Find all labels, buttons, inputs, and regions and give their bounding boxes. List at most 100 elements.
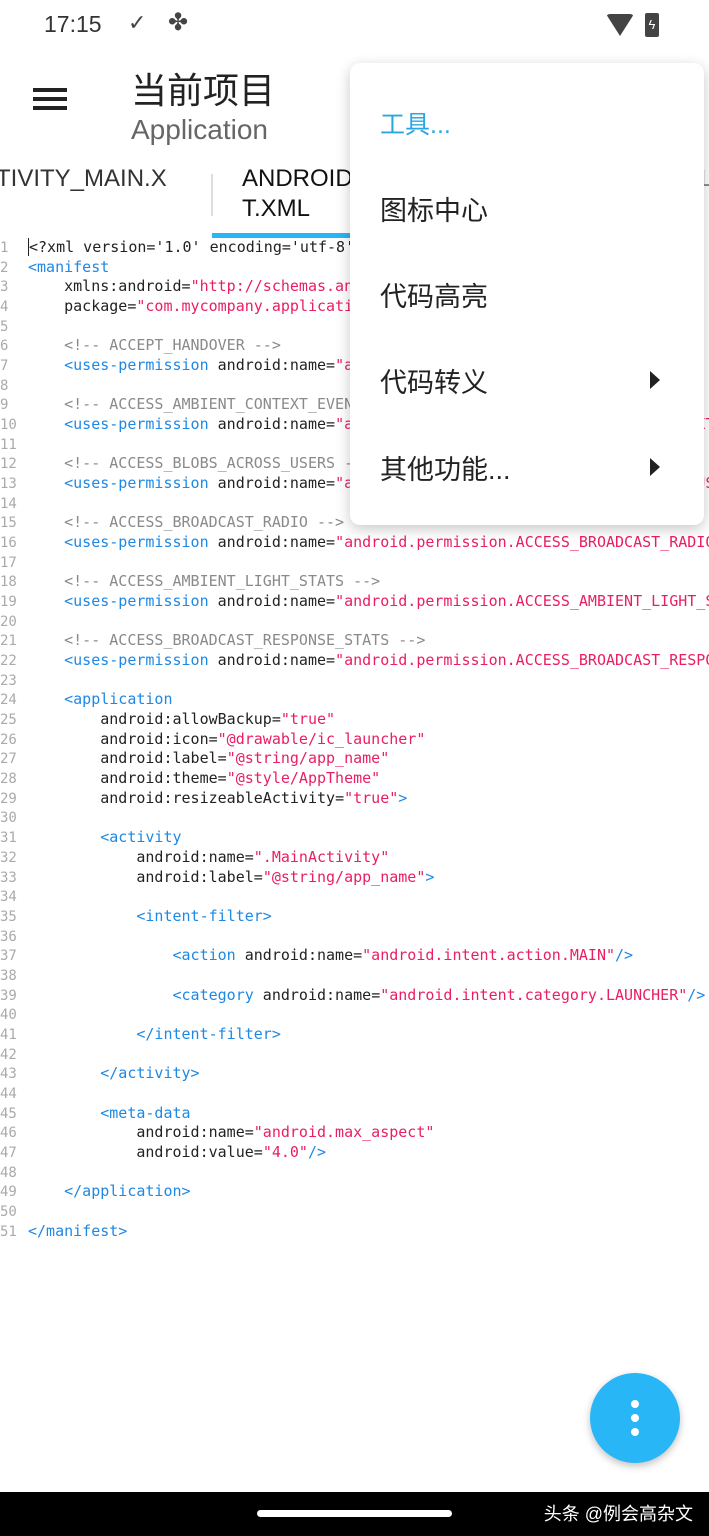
line-number: 44 [0, 1085, 17, 1102]
code-token: = [244, 847, 254, 866]
code-token: android:name [208, 651, 327, 670]
code-line: 28 android:theme="@style/AppTheme" [0, 769, 709, 789]
code-token: = [253, 1142, 263, 1161]
line-number: 33 [0, 869, 17, 886]
line-number: 3 [0, 279, 9, 296]
line-number: 34 [0, 889, 17, 906]
line-number: 10 [0, 417, 17, 434]
hamburger-menu-icon[interactable] [33, 88, 67, 114]
more-options-fab[interactable] [590, 1373, 680, 1463]
menu-item-code-highlight[interactable]: 代码高亮 [380, 275, 488, 314]
code-token: android:allowBackup [100, 710, 272, 729]
code-line: 40 [0, 1005, 709, 1025]
code-token: </manifest> [28, 1221, 128, 1240]
code-token: package [64, 297, 128, 316]
code-line: 39 <category android:name="android.inten… [0, 986, 709, 1006]
line-number: 4 [0, 299, 9, 316]
line-number: 50 [0, 1203, 17, 1220]
home-handle[interactable] [257, 1510, 452, 1517]
code-token: <!-- ACCESS_AMBIENT_CONTEXT_EVENT --> [28, 395, 399, 414]
fan-icon: ✤ [168, 9, 189, 36]
code-line: 19 <uses-permission android:name="androi… [0, 592, 709, 612]
code-token: <!-- ACCESS_AMBIENT_LIGHT_STATS --> [28, 572, 381, 591]
menu-item-other-functions[interactable]: 其他功能... [380, 448, 511, 487]
code-line: 50 [0, 1202, 709, 1222]
code-token: = [326, 592, 336, 611]
menu-item-icon-center[interactable]: 图标中心 [380, 189, 488, 228]
watermark: 头条 @例会高杂文 [543, 1504, 693, 1524]
code-line: 37 <action android:name="android.intent.… [0, 946, 709, 966]
menu-item-code-escape[interactable]: 代码转义 [380, 361, 488, 400]
line-number: 31 [0, 830, 17, 847]
code-line: 38 [0, 966, 709, 986]
code-token: "true" [344, 788, 399, 807]
line-number: 24 [0, 692, 17, 709]
code-token: android:name [208, 474, 327, 493]
code-line: 32 android:name=".MainActivity" [0, 848, 709, 868]
code-token: android:name [136, 1123, 245, 1142]
line-number: 8 [0, 377, 9, 394]
line-number: 46 [0, 1125, 17, 1142]
code-token: ".MainActivity" [253, 847, 390, 866]
code-token: "@string/app_name" [262, 867, 426, 886]
code-token: = [208, 729, 218, 748]
code-token: <uses-permission [64, 533, 209, 552]
code-line: 44 [0, 1084, 709, 1104]
line-number: 14 [0, 495, 17, 512]
tab-android-manifest[interactable]: ANDROIDMANIFES T.XML [242, 164, 350, 224]
line-number: 51 [0, 1223, 17, 1240]
code-token: <!-- ACCEPT_HANDOVER --> [28, 336, 281, 355]
code-token: <uses-permission [64, 356, 209, 375]
code-line: 22 <uses-permission android:name="androi… [0, 651, 709, 671]
code-token: = [326, 415, 336, 434]
line-number: 19 [0, 594, 17, 611]
code-token: "android.max_aspect" [253, 1123, 435, 1142]
code-line: 17 [0, 553, 709, 573]
code-line: 51 </manifest> [0, 1222, 709, 1242]
code-token: <uses-permission [64, 474, 209, 493]
code-line: 26 android:icon="@drawable/ic_launcher" [0, 730, 709, 750]
code-token: "@style/AppTheme" [226, 769, 381, 788]
code-token: = [335, 788, 345, 807]
code-token: "true" [280, 710, 336, 729]
navigation-bar: 头条 @例会高杂文 [0, 1492, 709, 1536]
code-token: <meta-data [100, 1103, 191, 1122]
code-token: = [371, 985, 381, 1004]
line-number: 21 [0, 633, 17, 650]
code-token: android:name [136, 847, 245, 866]
line-number: 22 [0, 653, 17, 670]
code-token: <uses-permission [64, 651, 209, 670]
code-line: 25 android:allowBackup="true" [0, 710, 709, 730]
code-token: = [271, 710, 281, 729]
code-line: 21 <!-- ACCESS_BROADCAST_RESPONSE_STATS … [0, 631, 709, 651]
code-token: "android.intent.category.LAUNCHER" [380, 985, 688, 1004]
line-number: 13 [0, 476, 17, 493]
line-number: 2 [0, 259, 9, 276]
code-line: 34 [0, 887, 709, 907]
code-line: 33 android:label="@string/app_name"> [0, 868, 709, 888]
code-token: = [253, 867, 263, 886]
code-line: 31 <activity [0, 828, 709, 848]
code-token: <!-- ACCESS_BROADCAST_RESPONSE_STATS --> [28, 631, 426, 650]
code-line: 16 <uses-permission android:name="androi… [0, 533, 709, 553]
menu-item-tools[interactable]: 工具... [380, 105, 451, 141]
tab-activity-main[interactable]: TIVITY_MAIN.X [0, 164, 167, 194]
line-number: 30 [0, 810, 17, 827]
code-token: > [398, 788, 408, 807]
code-line: 18 <!-- ACCESS_AMBIENT_LIGHT_STATS --> [0, 572, 709, 592]
code-token: <manifest [28, 257, 110, 276]
code-line: 49 </application> [0, 1182, 709, 1202]
code-token: "android.permission.ACCESS_BROADCAST_RAD… [335, 533, 709, 552]
code-token: <action [172, 946, 236, 965]
code-token: "android.permission.ACCESS_BROADCAST_RES… [335, 651, 709, 670]
line-number: 49 [0, 1184, 17, 1201]
